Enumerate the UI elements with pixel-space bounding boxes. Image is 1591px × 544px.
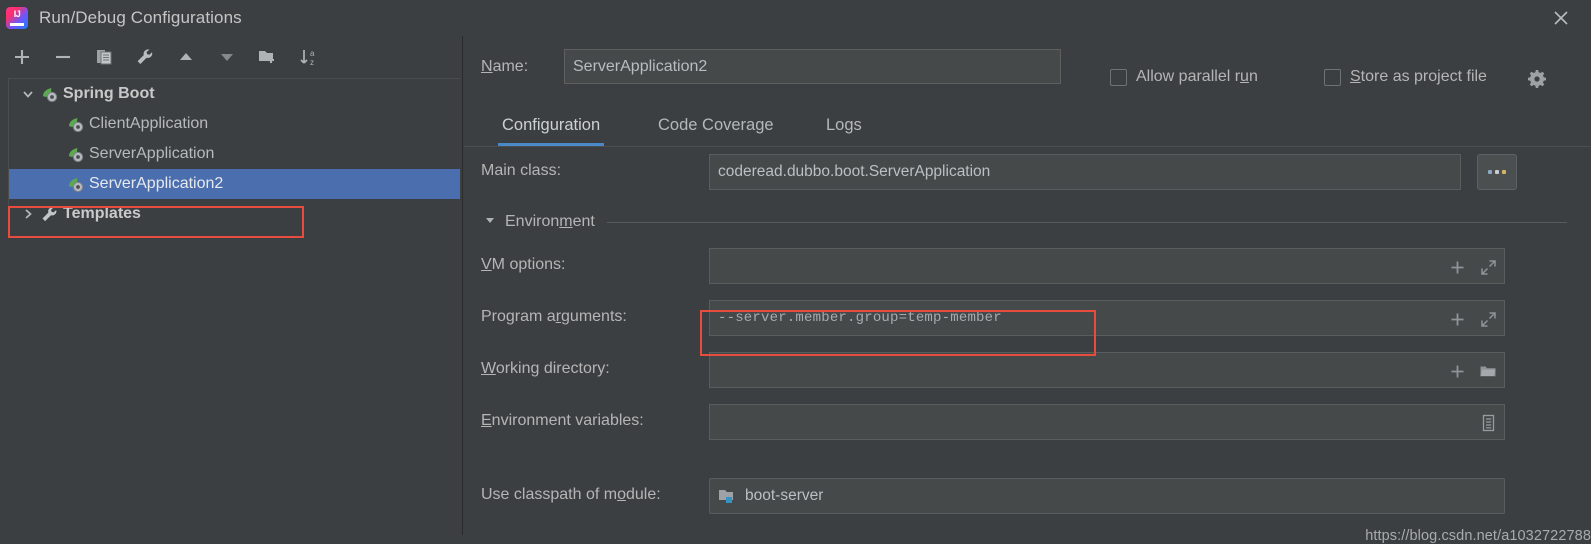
working-directory-field[interactable] <box>709 352 1505 388</box>
configurations-toolbar: a z <box>0 36 462 78</box>
spring-boot-icon <box>39 84 59 104</box>
allow-parallel-run-checkbox[interactable]: Allow parallel run <box>1110 68 1258 86</box>
tree-node-templates[interactable]: Templates <box>9 199 460 229</box>
folder-icon[interactable] <box>1478 361 1498 381</box>
program-arguments-value: --server.member.group=temp-member <box>718 310 1002 326</box>
program-arguments-field[interactable]: --server.member.group=temp-member <box>709 300 1505 336</box>
arrow-up-icon <box>180 53 192 60</box>
main-class-label: Main class: <box>481 162 562 179</box>
use-classpath-of-module-row: Use classpath of module: boot-server <box>464 478 1591 514</box>
environment-label: Environment <box>505 213 595 230</box>
close-icon[interactable] <box>1547 4 1575 32</box>
plus-icon[interactable] <box>1447 309 1467 329</box>
environment-section-header[interactable]: Environment <box>464 206 1591 238</box>
configurations-tree[interactable]: Spring Boot ClientApplication ServerAppl… <box>8 78 460 233</box>
wrench-icon <box>137 49 153 64</box>
tab-configuration[interactable]: Configuration <box>498 104 605 146</box>
program-arguments-actions <box>1447 301 1498 337</box>
environment-variables-field[interactable] <box>709 404 1505 440</box>
section-divider <box>606 221 1567 223</box>
title-bar: Run/Debug Configurations <box>0 0 1591 36</box>
tree-node-label: ServerApplication <box>89 145 215 162</box>
arrow-down-icon <box>221 54 233 61</box>
svg-text:a: a <box>310 49 315 58</box>
chevron-right-icon[interactable] <box>17 207 39 221</box>
minus-icon <box>56 55 70 59</box>
use-classpath-of-module-combobox[interactable]: boot-server <box>709 478 1505 514</box>
tab-divider <box>464 146 1591 147</box>
program-arguments-label: Program arguments: <box>481 308 627 325</box>
use-classpath-of-module-value: boot-server <box>745 487 824 504</box>
move-up-button[interactable] <box>173 44 199 70</box>
remove-configuration-button[interactable] <box>50 44 76 70</box>
tab-bar: Configuration Code Coverage Logs <box>464 104 1591 148</box>
environment-variables-label: Environment variables: <box>481 412 644 429</box>
main-class-value: coderead.dubbo.boot.ServerApplication <box>718 163 991 180</box>
spring-boot-icon <box>65 144 85 164</box>
move-down-button[interactable] <box>214 44 240 70</box>
tree-node-label: Templates <box>63 205 141 222</box>
vm-options-field[interactable] <box>709 248 1505 284</box>
tab-code-coverage[interactable]: Code Coverage <box>654 104 778 146</box>
main-class-field[interactable]: coderead.dubbo.boot.ServerApplication <box>709 154 1461 190</box>
gear-icon[interactable] <box>1526 68 1548 90</box>
working-directory-row: Working directory: <box>464 352 1591 388</box>
window-title: Run/Debug Configurations <box>39 8 242 27</box>
tree-node-client-application[interactable]: ClientApplication <box>9 109 460 139</box>
copy-configuration-button[interactable] <box>91 44 117 70</box>
edit-templates-button[interactable] <box>132 44 158 70</box>
spring-boot-icon <box>65 174 85 194</box>
tree-node-label: Spring Boot <box>63 85 155 102</box>
tab-logs[interactable]: Logs <box>822 104 866 146</box>
watermark-text: https://blog.csdn.net/a1032722788 <box>1365 528 1591 544</box>
allow-parallel-run-label: Allow parallel run <box>1136 68 1258 85</box>
working-directory-label: Working directory: <box>481 360 610 377</box>
expand-icon[interactable] <box>1478 257 1498 277</box>
environment-variables-actions <box>1478 405 1498 441</box>
ellipsis-icon <box>1488 170 1506 174</box>
list-icon[interactable] <box>1478 413 1498 433</box>
configurations-panel: a z Spring Boot ClientApplication Server… <box>0 36 463 535</box>
use-classpath-of-module-label: Use classpath of module: <box>481 486 661 503</box>
new-folder-button[interactable] <box>255 44 281 70</box>
tree-node-server-application-2[interactable]: ServerApplication2 <box>9 169 460 199</box>
module-icon <box>718 488 737 505</box>
spring-boot-icon <box>65 114 85 134</box>
expand-icon[interactable] <box>1478 309 1498 329</box>
wrench-icon <box>39 204 59 224</box>
add-configuration-button[interactable] <box>9 44 35 70</box>
vm-options-label: VM options: <box>481 256 566 273</box>
tree-node-server-application[interactable]: ServerApplication <box>9 139 460 169</box>
working-directory-actions <box>1447 353 1498 389</box>
name-row: Name: Allow parallel run Store as projec… <box>464 48 1591 92</box>
main-class-row: Main class: coderead.dubbo.boot.ServerAp… <box>464 154 1591 190</box>
triangle-down-icon[interactable] <box>484 213 496 231</box>
checkbox-box[interactable] <box>1324 68 1341 86</box>
tree-node-label: ServerApplication2 <box>89 175 224 192</box>
plus-icon[interactable] <box>1447 361 1467 381</box>
tree-node-spring-boot[interactable]: Spring Boot <box>9 79 460 109</box>
vm-options-actions <box>1447 249 1498 285</box>
sort-alphabetically-icon: a z <box>300 49 315 67</box>
name-label: Name: <box>481 58 529 75</box>
plus-icon[interactable] <box>1447 257 1467 277</box>
intellij-idea-logo-icon <box>6 7 28 29</box>
sort-configurations-button[interactable]: a z <box>296 44 322 70</box>
store-as-project-file-label: Store as project file <box>1350 68 1487 85</box>
tree-node-label: ClientApplication <box>89 115 209 132</box>
name-input[interactable] <box>564 49 1061 84</box>
program-arguments-row: Program arguments: --server.member.group… <box>464 300 1591 336</box>
chevron-down-icon[interactable] <box>17 87 39 101</box>
plus-icon <box>15 50 29 64</box>
main-class-browse-button[interactable] <box>1477 154 1517 190</box>
copy-icon <box>97 50 112 65</box>
svg-text:z: z <box>310 58 314 67</box>
configuration-details-panel: Name: Allow parallel run Store as projec… <box>464 36 1591 544</box>
store-as-project-file-checkbox[interactable]: Store as project file <box>1324 68 1487 86</box>
checkbox-box[interactable] <box>1110 68 1127 86</box>
environment-variables-row: Environment variables: <box>464 404 1591 440</box>
vm-options-row: VM options: <box>464 248 1591 284</box>
new-folder-icon <box>259 51 274 63</box>
